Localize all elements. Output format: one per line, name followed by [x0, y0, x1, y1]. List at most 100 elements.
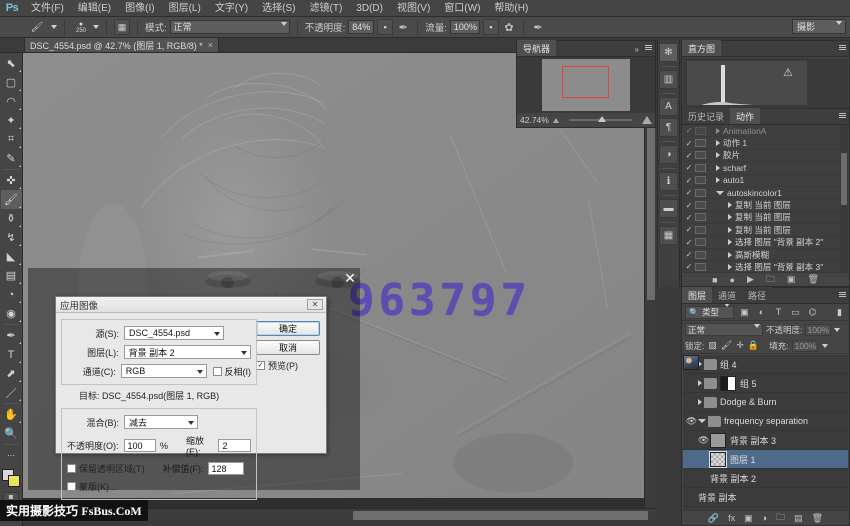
blend-select[interactable]: 减去	[124, 415, 198, 429]
tab-paths[interactable]: 路径	[742, 287, 772, 303]
preview-checkbox-row[interactable]: ✓ 预览(P)	[256, 359, 320, 372]
crop-tool[interactable]: ⌗	[1, 130, 22, 149]
actions-scrollbar[interactable]	[840, 125, 848, 272]
layer-mask-button[interactable]: ▣	[744, 513, 753, 524]
action-toggle-icon[interactable]: ✓	[683, 250, 695, 259]
fill-chevron-down-icon[interactable]	[822, 344, 828, 348]
expand-icon[interactable]	[698, 399, 702, 405]
action-dialog-toggle[interactable]	[695, 238, 706, 246]
action-dialog-toggle[interactable]	[695, 127, 706, 135]
menu-image[interactable]: 图像(I)	[118, 0, 161, 17]
tab-history[interactable]: 历史记录	[682, 108, 730, 124]
layer-row[interactable]: 背景 副本	[683, 488, 848, 507]
menu-window[interactable]: 窗口(W)	[437, 0, 487, 17]
brush-icon[interactable]: 🖌	[26, 20, 48, 35]
layer-mask-thumbnail[interactable]	[720, 376, 736, 391]
panel-menu-icon[interactable]	[645, 45, 652, 50]
layer-thumbnail[interactable]	[710, 452, 726, 467]
clone-stamp-tool[interactable]: ⚱	[1, 209, 22, 228]
navigator-view-box[interactable]	[562, 66, 609, 98]
expand-icon[interactable]	[698, 380, 702, 386]
action-dialog-toggle[interactable]	[695, 189, 706, 197]
background-color-swatch[interactable]	[8, 475, 20, 487]
warning-icon[interactable]: ⚠	[783, 66, 793, 79]
link-layers-button[interactable]: 🔗	[708, 513, 719, 524]
pen-tool[interactable]: ✒	[1, 326, 22, 345]
action-toggle-icon[interactable]: ✓	[683, 262, 695, 271]
marquee-tool[interactable]: ▢	[1, 73, 22, 92]
zoom-tool[interactable]: 🔍	[1, 424, 22, 443]
preserve-transparency-checkbox[interactable]	[67, 464, 76, 473]
quick-select-tool[interactable]: ✦	[1, 111, 22, 130]
menu-select[interactable]: 选择(S)	[255, 0, 302, 17]
tab-channels[interactable]: 通道	[712, 287, 742, 303]
action-row[interactable]: ✓ 复制 当前 图层	[683, 224, 848, 236]
styles-icon[interactable]: ▬	[659, 199, 678, 218]
action-row[interactable]: ✓ autoskincolor1	[683, 187, 848, 199]
action-toggle-icon[interactable]: ✓	[683, 213, 695, 222]
action-row[interactable]: ✓ scharf	[683, 162, 848, 174]
action-dialog-toggle[interactable]	[695, 213, 706, 221]
menu-edit[interactable]: 编辑(E)	[71, 0, 118, 17]
ok-button[interactable]: 确定	[256, 321, 320, 336]
menu-type[interactable]: 文字(Y)	[208, 0, 255, 17]
properties-icon[interactable]: ▦	[659, 226, 678, 245]
action-row[interactable]: ✓ 复制 当前 图层	[683, 199, 848, 211]
panel-menu-icon[interactable]	[839, 45, 846, 50]
scroll-thumb[interactable]	[841, 153, 847, 205]
lock-image-icon[interactable]: 🖌	[721, 340, 732, 351]
preserve-transparency-row[interactable]: 保留透明区域(T)	[67, 462, 145, 475]
action-row[interactable]: ✓ 高斯模糊	[683, 249, 848, 261]
type-tool[interactable]: T	[1, 345, 22, 364]
menu-layer[interactable]: 图层(L)	[162, 0, 208, 17]
action-toggle-icon[interactable]: ✓	[683, 238, 695, 247]
layer-row[interactable]: 组 4	[683, 355, 848, 374]
blur-tool[interactable]: ◔	[1, 285, 22, 304]
layers-list[interactable]: 组 4 组 5 Dodge & Burn 👁 frequency separat…	[683, 355, 848, 510]
lasso-tool[interactable]: ◠	[1, 92, 22, 111]
layer-thumbnail[interactable]	[710, 433, 726, 448]
action-row[interactable]: ✓ 复制 当前 图层	[683, 212, 848, 224]
shape-tool[interactable]: ／	[1, 383, 22, 402]
action-toggle-icon[interactable]: ✓	[683, 176, 695, 185]
filter-smart-icon[interactable]: ⌬	[806, 306, 819, 319]
opacity-input[interactable]: 84%	[348, 20, 374, 34]
hand-tool[interactable]: ✋	[1, 405, 22, 424]
menu-file[interactable]: 文件(F)	[24, 0, 71, 17]
menu-3d[interactable]: 3D(D)	[349, 0, 390, 17]
new-group-button[interactable]: 🗀	[776, 510, 785, 526]
opacity-chevron-down-icon[interactable]	[834, 328, 840, 332]
brush-panel-icon[interactable]: ▦	[114, 19, 130, 35]
navigator-preview[interactable]	[517, 57, 655, 113]
filter-type-icon[interactable]: T	[772, 306, 785, 319]
eyedropper-tool[interactable]: ✎	[1, 149, 22, 168]
action-toggle-icon[interactable]: ✓	[683, 225, 695, 234]
scroll-thumb[interactable]	[353, 511, 648, 520]
action-dialog-toggle[interactable]	[695, 263, 706, 271]
invert-checkbox-row[interactable]: 反相(I)	[213, 365, 252, 378]
visibility-icon[interactable]: 👁	[697, 435, 710, 446]
preview-checkbox[interactable]: ✓	[256, 361, 265, 370]
layer-thumbnail[interactable]	[683, 355, 699, 370]
filter-pixel-icon[interactable]: ▣	[738, 306, 751, 319]
layer-style-button[interactable]: fx	[728, 513, 735, 523]
new-layer-button[interactable]: ▤	[794, 513, 803, 524]
action-row[interactable]: ✓ 动作 1	[683, 137, 848, 149]
panel-menu-icon[interactable]	[839, 113, 846, 118]
action-dialog-toggle[interactable]	[695, 151, 706, 159]
filter-type-select[interactable]: 🔍 类型	[685, 306, 734, 319]
action-dialog-toggle[interactable]	[695, 176, 706, 184]
delete-layer-button[interactable]: 🗑	[812, 513, 823, 524]
zoom-in-icon[interactable]	[642, 116, 652, 124]
expand-icon[interactable]	[728, 264, 732, 270]
navigator-zoom-value[interactable]: 42.74%	[520, 115, 549, 125]
play-button[interactable]: ▶	[747, 274, 754, 285]
pressure-size-icon[interactable]: ✒	[531, 20, 545, 34]
layer-row[interactable]: 组 5	[683, 374, 848, 393]
action-row[interactable]: ✓ 选择 图层 "背景 副本 2"	[683, 237, 848, 249]
expand-icon[interactable]	[716, 165, 720, 171]
move-tool[interactable]: ⬉	[1, 54, 22, 73]
action-toggle-icon[interactable]: ✓	[683, 151, 695, 160]
layer-row[interactable]: 👁 frequency separation	[683, 412, 848, 431]
expand-icon[interactable]	[728, 202, 732, 208]
